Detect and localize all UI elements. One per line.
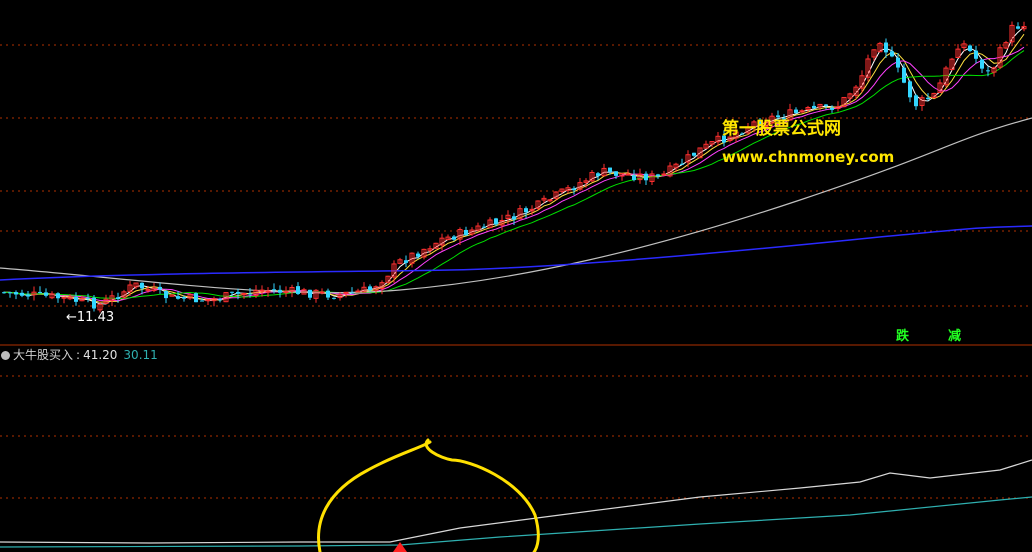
candle-body <box>350 292 354 294</box>
candle-body <box>812 105 816 109</box>
candle-body <box>355 290 361 293</box>
indicator-value-2: 30.11 <box>123 348 158 362</box>
candle-body <box>926 97 930 100</box>
candle-body <box>608 167 612 172</box>
candle-body <box>896 57 900 68</box>
candle-body <box>968 45 972 51</box>
candle-body <box>494 218 498 225</box>
watermark-title: 第一股票公式网 <box>722 119 841 139</box>
candle-body <box>980 59 984 69</box>
candle-body <box>884 42 888 53</box>
candle-body <box>794 109 798 113</box>
candle-body <box>902 67 906 83</box>
candle-body <box>332 297 336 299</box>
candle-body <box>524 208 528 213</box>
indicator-panel <box>0 438 1032 552</box>
candle-body <box>74 296 78 302</box>
candle-body <box>692 152 696 156</box>
candle-body <box>176 296 180 299</box>
candle-body <box>452 236 456 240</box>
candle-body <box>632 175 636 181</box>
candle-body <box>974 50 978 59</box>
signal-label-jian: 减 <box>948 329 962 344</box>
candle-body <box>326 290 330 298</box>
candle-body <box>368 286 372 291</box>
indicator-line-1 <box>0 459 1032 544</box>
candle-body <box>140 282 144 289</box>
indicator-separator: : <box>76 348 81 362</box>
candle-body <box>56 293 60 299</box>
candle-body <box>182 296 186 299</box>
ma20-line <box>3 46 1025 302</box>
candle-body <box>61 296 67 299</box>
ma60-line <box>0 117 1032 294</box>
candle-body <box>38 291 42 293</box>
candle-body <box>986 70 990 72</box>
candle-body <box>2 292 6 294</box>
candle-body <box>830 107 834 110</box>
candle-body <box>241 292 247 295</box>
candle-body <box>319 291 325 294</box>
candle-body <box>116 297 120 299</box>
candle-body <box>343 291 349 294</box>
stock-chart <box>0 21 1032 552</box>
candle-body <box>908 81 912 98</box>
candle-body <box>596 173 600 176</box>
candle-body <box>890 51 894 57</box>
candle-body <box>145 288 151 291</box>
candle-body <box>44 292 48 296</box>
candle-body <box>283 291 289 294</box>
candle-body <box>404 260 408 263</box>
indicator-value-1: 41.20 <box>83 348 118 362</box>
candle-body <box>824 104 828 106</box>
candle-body <box>86 297 90 299</box>
candle-body <box>200 300 204 302</box>
candle-body <box>614 171 618 176</box>
candle-body <box>218 299 222 301</box>
watermark-url: www.chnmoney.com <box>722 148 895 166</box>
candle-body <box>656 174 660 177</box>
candle-body <box>278 289 282 293</box>
hand-drawn-circle-annotation <box>317 438 540 552</box>
candle-body <box>205 299 211 302</box>
candle-body <box>230 291 234 293</box>
candle-body <box>296 286 300 294</box>
candle-body <box>482 226 486 228</box>
candle-body <box>164 291 168 299</box>
indicator-name: 大牛股买入 <box>13 348 74 362</box>
candle-body <box>914 95 918 107</box>
candle-body <box>644 173 648 181</box>
candle-body <box>416 253 420 257</box>
indicator-line-2 <box>0 496 1032 548</box>
candle-body <box>92 297 96 309</box>
candle-body <box>14 292 18 295</box>
candle-body <box>236 291 240 294</box>
candle-body <box>512 216 516 220</box>
signal-label-die: 跌 <box>896 329 910 344</box>
candle-body <box>158 286 162 290</box>
candle-body <box>272 289 276 291</box>
grid-lines <box>0 44 1032 499</box>
candle-body <box>8 292 12 294</box>
candle-body <box>248 293 252 295</box>
candle-body <box>20 292 24 296</box>
ma10-line <box>3 33 1025 303</box>
ma120-line <box>0 225 1032 281</box>
buy-signal-marker <box>393 542 407 552</box>
candle-body <box>26 294 30 297</box>
candle-body <box>464 229 468 236</box>
indicator-header: 大牛股买入 : 41.20 30.11 <box>0 346 158 364</box>
candle-body <box>572 188 576 191</box>
candle-body <box>680 163 684 165</box>
candle-body <box>547 199 553 202</box>
indicator-toggle-icon[interactable] <box>1 350 10 360</box>
candle-body <box>661 173 667 176</box>
candle-body <box>625 173 631 176</box>
candle-body <box>308 289 312 298</box>
low-price-annotation: ←11.43 <box>66 310 115 325</box>
candle-body <box>194 293 198 303</box>
candle-body <box>1016 26 1020 29</box>
